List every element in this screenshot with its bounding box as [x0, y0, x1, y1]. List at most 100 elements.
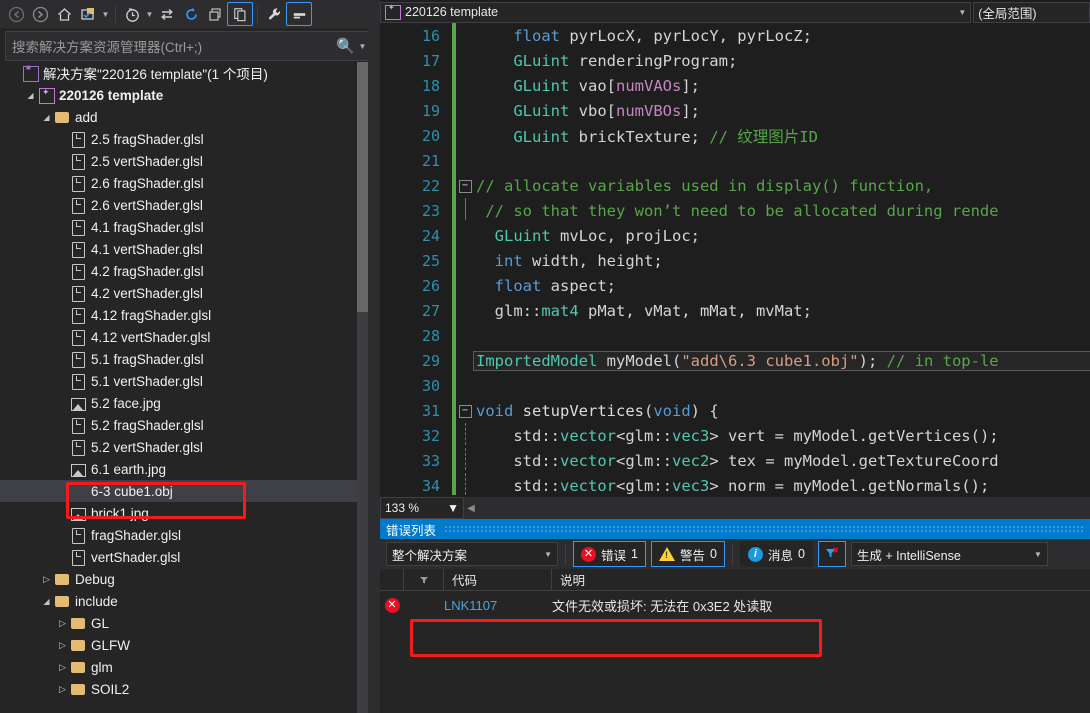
column-header-code[interactable]: 代码 — [444, 569, 552, 590]
tree-item[interactable]: ▷ Debug — [0, 568, 362, 590]
code-line[interactable]: 20 GLuint brickTexture; // 纹理图片ID — [380, 123, 1090, 148]
tree-item[interactable]: ▷ glm — [0, 656, 362, 678]
clear-filter-icon[interactable] — [817, 541, 846, 567]
tree-item[interactable]: 5.1 vertShader.glsl — [0, 370, 362, 392]
wrench-icon[interactable] — [262, 3, 286, 25]
chevron-down-icon[interactable]: ▼ — [447, 501, 459, 515]
copy-pages-icon[interactable] — [227, 2, 253, 26]
search-input[interactable]: 搜索解决方案资源管理器(Ctrl+;) 🔍 ▼ — [5, 31, 375, 61]
code-line[interactable]: 27 glm::mat4 pMat, vMat, mMat, mvMat; — [380, 298, 1090, 323]
tree-item[interactable]: 6.1 earth.jpg — [0, 458, 362, 480]
expander-expanded-icon[interactable]: ◢ — [40, 113, 53, 122]
tree-item[interactable]: 4.2 fragShader.glsl — [0, 260, 362, 282]
tree-item[interactable]: vertShader.glsl — [0, 546, 362, 568]
code-line[interactable]: 26 float aspect; — [380, 273, 1090, 298]
tree-item[interactable]: 2.6 fragShader.glsl — [0, 172, 362, 194]
expander-collapsed-icon[interactable]: ▷ — [56, 618, 69, 629]
chevron-down-icon[interactable]: ▼ — [1034, 550, 1042, 559]
tree-item[interactable]: 2.5 fragShader.glsl — [0, 128, 362, 150]
code-line[interactable]: 32 std::vector<glm::vec3> vert = myModel… — [380, 423, 1090, 448]
chevron-down-icon[interactable]: ▼ — [144, 10, 155, 19]
tree-item[interactable]: 5.1 fragShader.glsl — [0, 348, 362, 370]
home-icon[interactable] — [52, 3, 76, 25]
code-text-area[interactable]: 16 float pyrLocX, pyrLocY, pyrLocZ; 17 GL… — [380, 23, 1090, 495]
tree-item[interactable]: 4.12 fragShader.glsl — [0, 304, 362, 326]
code-line[interactable]: 34 std::vector<glm::vec3> norm = myModel… — [380, 473, 1090, 495]
project-selector-combo[interactable]: 220126 template ▼ — [380, 1, 972, 23]
file-icon — [69, 549, 87, 566]
horizontal-scroll-left-button[interactable]: ◀ — [464, 499, 478, 517]
folder-properties-icon[interactable] — [76, 3, 100, 25]
code-line[interactable]: 16 float pyrLocX, pyrLocY, pyrLocZ; — [380, 23, 1090, 48]
code-line[interactable]: 17 GLuint renderingProgram; — [380, 48, 1090, 73]
collapse-all-icon[interactable] — [203, 3, 227, 25]
errors-toggle-button[interactable]: ✕ 错误 1 — [573, 541, 646, 567]
code-line-text: GLuint vbo[numVBOs]; — [513, 101, 700, 120]
refresh-icon[interactable] — [179, 3, 203, 25]
preview-icon[interactable] — [286, 2, 312, 26]
expander-expanded-icon[interactable]: ◢ — [24, 91, 37, 100]
expander-collapsed-icon[interactable]: ▷ — [56, 662, 69, 673]
warnings-toggle-button[interactable]: 警告 0 — [650, 541, 725, 567]
code-line[interactable]: 25 int width, height; — [380, 248, 1090, 273]
zoom-level-combo[interactable]: 133 % ▼ — [380, 497, 464, 519]
build-filter-combo[interactable]: 生成 + IntelliSense ▼ — [850, 542, 1048, 566]
tree-item[interactable]: 4.1 fragShader.glsl — [0, 216, 362, 238]
expander-collapsed-icon[interactable]: ▷ — [56, 684, 69, 695]
code-line[interactable]: 18 GLuint vao[numVAOs]; — [380, 73, 1090, 98]
column-header-severity[interactable] — [380, 569, 404, 590]
error-list-row[interactable]: ✕ LNK1107 文件无效或损坏: 无法在 0x3E2 处读取 — [380, 591, 1090, 619]
messages-toggle-button[interactable]: i 消息 0 — [739, 541, 813, 567]
code-line[interactable]: 29 ImportedModel myModel("add\6.3 cube1.o… — [380, 348, 1090, 373]
code-line[interactable]: 31 − void setupVertices(void) { — [380, 398, 1090, 423]
forward-button[interactable] — [28, 3, 52, 25]
tree-item[interactable]: 解决方案"220126 template"(1 个项目) — [0, 62, 362, 84]
code-line[interactable]: 23 // so that they won’t need to be allo… — [380, 198, 1090, 223]
expander-collapsed-icon[interactable]: ▷ — [56, 640, 69, 651]
expander-expanded-icon[interactable]: ◢ — [40, 597, 53, 606]
code-line[interactable]: 19 GLuint vbo[numVBOs]; — [380, 98, 1090, 123]
code-line[interactable]: 28 — [380, 323, 1090, 348]
tree-item[interactable]: 2.6 vertShader.glsl — [0, 194, 362, 216]
tree-item[interactable]: ▷ GLFW — [0, 634, 362, 656]
row-error-code[interactable]: LNK1107 — [444, 591, 552, 619]
chevron-down-icon[interactable]: ▼ — [100, 10, 111, 19]
search-icon[interactable]: 🔍 — [336, 37, 355, 55]
tree-item[interactable]: ◢ include — [0, 590, 362, 612]
tree-item[interactable]: ▷ GL — [0, 612, 362, 634]
tree-item[interactable]: 4.12 vertShader.glsl — [0, 326, 362, 348]
error-list-title-bar[interactable]: 错误列表 — [380, 519, 1090, 539]
column-header-description[interactable]: 说明 — [552, 569, 1090, 590]
chevron-down-icon[interactable]: ▼ — [357, 42, 368, 51]
tree-item[interactable]: 5.2 fragShader.glsl — [0, 414, 362, 436]
tree-item[interactable]: 4.1 vertShader.glsl — [0, 238, 362, 260]
tree-item-label: 5.2 face.jpg — [91, 395, 161, 411]
tree-item[interactable]: 2.5 vertShader.glsl — [0, 150, 362, 172]
sync-arrows-icon[interactable] — [155, 3, 179, 25]
tree-item[interactable]: 5.2 vertShader.glsl — [0, 436, 362, 458]
column-header-code-icon[interactable] — [404, 569, 444, 590]
tree-item[interactable]: ◢ add — [0, 106, 362, 128]
tree-scrollbar-thumb[interactable] — [357, 62, 368, 312]
chevron-down-icon[interactable]: ▼ — [544, 550, 552, 559]
scope-filter-combo[interactable]: 整个解决方案 ▼ — [386, 542, 558, 566]
code-line[interactable]: 24 GLuint mvLoc, projLoc; — [380, 223, 1090, 248]
collapse-region-icon[interactable]: − — [456, 403, 474, 418]
chevron-down-icon[interactable]: ▼ — [958, 8, 966, 17]
code-line[interactable]: 22 −// allocate variables used in display… — [380, 173, 1090, 198]
back-button[interactable] — [4, 3, 28, 25]
tree-item[interactable]: ◢ 220126 template — [0, 84, 362, 106]
solution-tree[interactable]: 解决方案"220126 template"(1 个项目) ◢ 220126 temp… — [0, 62, 362, 713]
expander-collapsed-icon[interactable]: ▷ — [40, 574, 53, 585]
file-icon — [69, 307, 87, 324]
collapse-region-icon[interactable]: − — [456, 178, 474, 193]
tree-item[interactable]: 5.2 face.jpg — [0, 392, 362, 414]
tree-item[interactable]: 4.2 vertShader.glsl — [0, 282, 362, 304]
tree-item[interactable]: fragShader.glsl — [0, 524, 362, 546]
scope-selector-combo[interactable]: (全局范围) — [973, 1, 1090, 23]
code-line[interactable]: 33 std::vector<glm::vec2> tex = myModel.… — [380, 448, 1090, 473]
code-line[interactable]: 21 — [380, 148, 1090, 173]
code-line[interactable]: 30 — [380, 373, 1090, 398]
clock-icon[interactable] — [120, 3, 144, 25]
tree-item[interactable]: ▷ SOIL2 — [0, 678, 362, 700]
